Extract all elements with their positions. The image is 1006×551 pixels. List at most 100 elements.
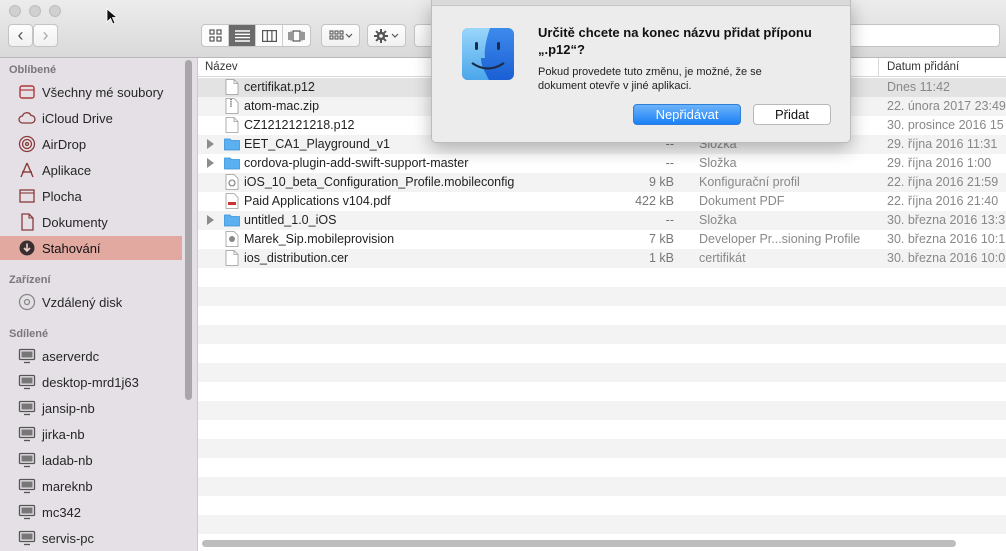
document-icon [225,79,239,95]
provisioning-profile-icon [225,231,239,247]
file-date-added: 22. října 2016 21:40 [887,194,999,208]
sidebar-item-label: desktop-mrd1j63 [42,374,139,390]
sidebar-item-airdrop[interactable]: AirDrop [0,132,182,156]
sidebar-item-mareknb[interactable]: mareknb [0,474,182,498]
sidebar-item-label: Všechny mé soubory [42,84,164,100]
sidebar-item-icloud-drive[interactable]: iCloud Drive [0,106,182,130]
file-date-added: 29. října 2016 11:31 [887,137,998,151]
file-name: certifikat.p12 [244,80,315,94]
computer-icon [18,399,36,417]
file-row[interactable]: untitled_1.0_iOS -- Složka 30. března 2016 … [198,211,1006,230]
computer-icon [18,477,36,495]
file-kind: certifikát [699,251,746,265]
sidebar-item-aserverdc[interactable]: aserverdc [0,344,182,368]
column-header-label: Název [205,61,238,73]
sidebar-item-all-files[interactable]: Všechny mé soubory [0,80,182,104]
sidebar-item-remote-disc[interactable]: Vzdálený disk [0,290,182,314]
config-profile-icon [225,174,239,190]
file-name: CZ1212121218.p12 [244,118,355,132]
file-name: atom-mac.zip [244,99,320,113]
empty-row [198,401,1006,420]
view-mode-segmented-control [201,24,311,47]
sidebar-heading-favorites: Oblíbené [9,64,57,76]
column-header-date-added[interactable]: Datum přidání [878,58,1006,77]
zoom-window-button[interactable] [49,5,61,17]
coverflow-view-button[interactable] [283,25,310,46]
sidebar-item-desktop-mrd1j63[interactable]: desktop-mrd1j63 [0,370,182,394]
dont-add-button[interactable]: Nepřidávat [633,104,741,125]
sidebar-item-label: Plocha [42,188,82,204]
file-date-added: 30. března 2016 13:3 [887,213,1006,227]
applications-icon [18,161,36,179]
file-row[interactable]: Paid Applications v104.pdf 422 kB Dokument… [198,192,1006,211]
file-kind: Developer Pr...sioning Profile [699,232,861,246]
computer-icon [18,425,36,443]
file-row[interactable]: ios_distribution.cer 1 kB certifikát 30. bř… [198,249,1006,268]
computer-icon [18,373,36,391]
file-name: iOS_10_beta_Configuration_Profile.mobile… [244,175,515,189]
disclosure-triangle-icon[interactable] [207,158,214,168]
sidebar-item-desktop[interactable]: Plocha [0,184,182,208]
file-date-added: 29. října 2016 1:00 [887,156,992,170]
document-icon [225,117,239,133]
sidebar-item-label: servis-pc [42,530,95,546]
action-button[interactable] [367,24,406,47]
column-view-icon [261,29,277,42]
folder-icon [224,157,240,170]
sidebar-item-documents[interactable]: Dokumenty [0,210,182,234]
sidebar-item-downloads[interactable]: Stahování [0,236,182,260]
empty-row [198,325,1006,344]
computer-icon [18,529,36,547]
sidebar-item-jirka-nb[interactable]: jirka-nb [0,422,182,446]
file-size: 422 kB [635,194,674,208]
list-view-button[interactable] [229,25,256,46]
empty-row [198,420,1006,439]
file-kind: Dokument PDF [699,194,785,208]
column-header-label: Datum přidání [887,61,960,73]
sidebar-item-jansip-nb[interactable]: jansip-nb [0,396,182,420]
chevron-right-icon: › [42,25,49,45]
column-view-button[interactable] [256,25,283,46]
sidebar: Oblíbené Všechny mé soubory iCloud Drive… [0,58,198,551]
coverflow-view-icon [288,29,305,42]
finder-icon [460,26,516,82]
horizontal-scrollbar[interactable] [202,540,956,547]
documents-icon [18,213,36,231]
minimize-window-button[interactable] [29,5,41,17]
file-kind: Konfigurační profil [699,175,800,189]
close-window-button[interactable] [9,5,21,17]
sidebar-item-applications[interactable]: Aplikace [0,158,182,182]
arrange-button[interactable] [321,24,360,47]
file-date-added: 30. března 2016 10:0 [887,251,1006,265]
empty-row [198,287,1006,306]
folder-icon [224,214,240,227]
add-extension-dialog: Určitě chcete na konec názvu přidat příp… [431,0,851,143]
sidebar-item-label: jirka-nb [42,426,85,442]
icon-view-button[interactable] [202,25,229,46]
document-icon [225,250,239,266]
add-button[interactable]: Přidat [753,104,831,125]
computer-icon [18,451,36,469]
file-row[interactable]: cordova-plugin-add-swift-support-master -… [198,154,1006,173]
file-date-added: Dnes 11:42 [887,80,951,94]
file-row[interactable]: iOS_10_beta_Configuration_Profile.mobile… [198,173,1006,192]
forward-button[interactable]: › [33,24,58,47]
back-button[interactable]: ‹ [8,24,33,47]
sidebar-item-label: Vzdálený disk [42,294,123,310]
sidebar-item-servis-pc[interactable]: servis-pc [0,526,182,550]
file-row[interactable]: Marek_Sip.mobileprovision 7 kB Developer P… [198,230,1006,249]
sidebar-scrollbar[interactable] [185,60,192,400]
dialog-message: Pokud provedete tuto změnu, je možné, že… [538,66,762,92]
all-files-icon [18,83,36,101]
file-name: Marek_Sip.mobileprovision [244,232,395,246]
sidebar-item-label: Stahování [42,240,101,256]
file-size: -- [665,213,674,227]
disclosure-triangle-icon[interactable] [207,215,214,225]
sidebar-item-label: ladab-nb [42,452,93,468]
sidebar-item-mc342[interactable]: mc342 [0,500,182,524]
disclosure-triangle-icon[interactable] [207,139,214,149]
sidebar-item-ladab-nb[interactable]: ladab-nb [0,448,182,472]
sidebar-heading-shared: Sdílené [9,328,49,340]
mouse-cursor-icon [106,8,118,25]
cloud-icon [18,109,36,127]
